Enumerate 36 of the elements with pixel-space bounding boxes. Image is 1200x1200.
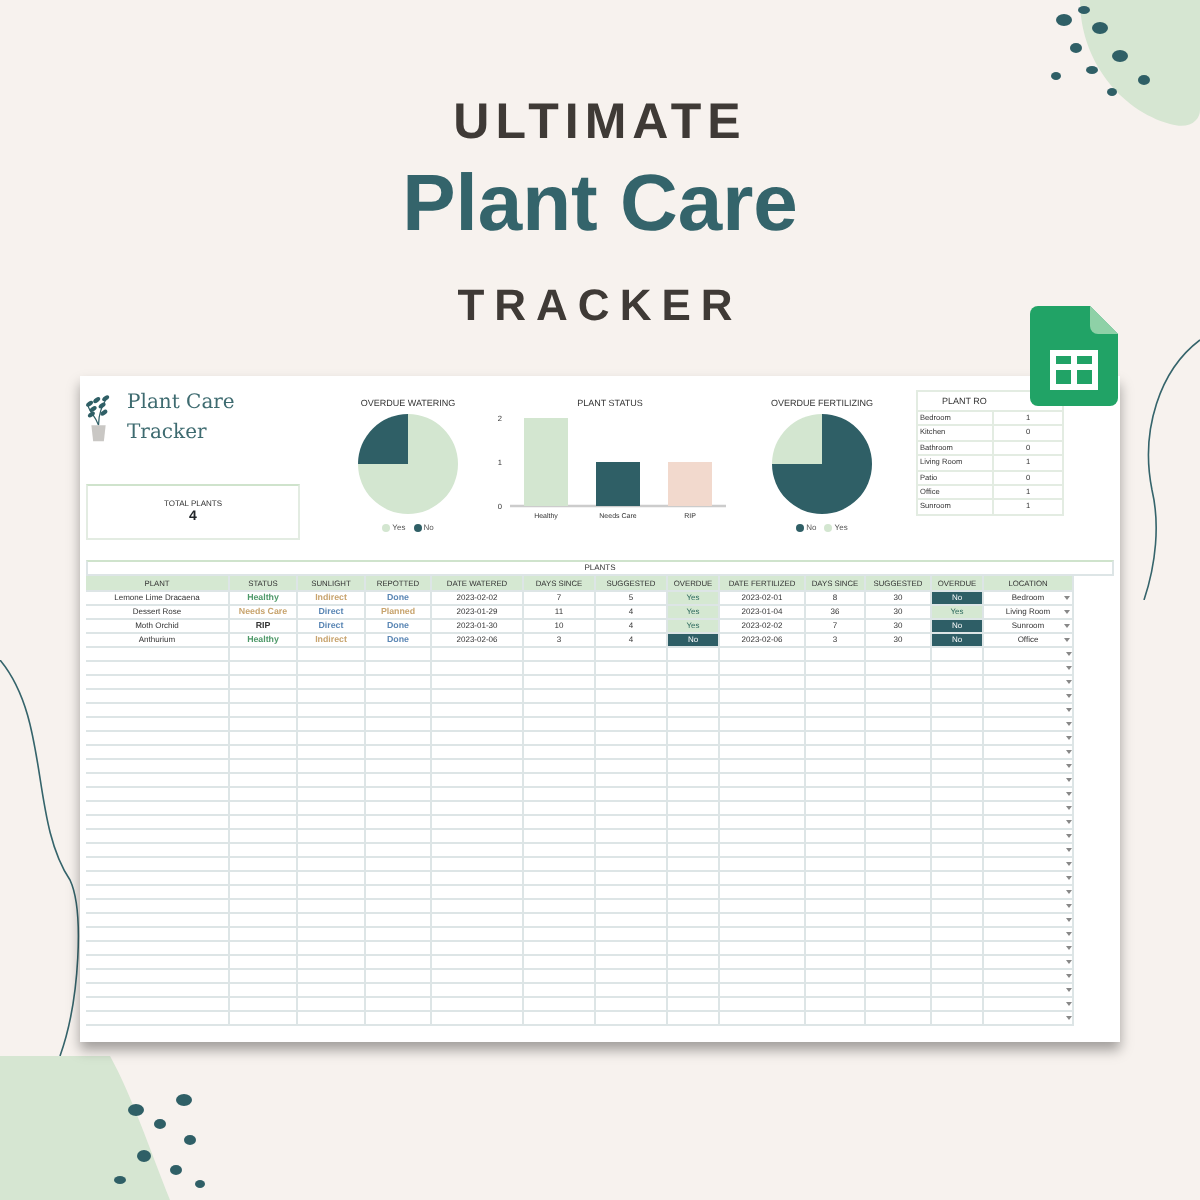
- dropdown-caret-icon: [1065, 806, 1071, 810]
- dropdown-caret-icon: [1065, 666, 1071, 670]
- dropdown-caret-icon: [1065, 722, 1071, 726]
- dropdown-caret-icon: [1065, 932, 1071, 936]
- dropdown-caret-icon: [1065, 904, 1071, 908]
- dropdown-caret-icon: [1065, 652, 1071, 656]
- dropdown-caret-icon: [1065, 918, 1071, 922]
- potted-plant-icon: [86, 390, 112, 446]
- dropdown-caret-icon: [1065, 974, 1071, 978]
- dropdown-caret-icon: [1063, 624, 1069, 628]
- dropdown-caret-icon: [1065, 960, 1071, 964]
- dropdown-caret-icon: [1065, 848, 1071, 852]
- dropdown-caret-icon: [1065, 876, 1071, 880]
- dropdown-caret-icon: [1065, 890, 1071, 894]
- dropdown-caret-icon: [1065, 764, 1071, 768]
- dropdown-caret-icon: [1065, 708, 1071, 712]
- dropdown-caret-icon: [1065, 946, 1071, 950]
- heading-title: Plant Care: [400, 160, 800, 248]
- dropdown-caret-icon: [1065, 834, 1071, 838]
- dropdown-caret-icon: [1065, 736, 1071, 740]
- dropdown-caret-icon: [1065, 680, 1071, 684]
- dropdown-caret-icon: [1063, 596, 1069, 600]
- dropdown-caret-icon: [1065, 694, 1071, 698]
- dropdown-caret-icon: [1065, 778, 1071, 782]
- dropdown-caret-icon: [1065, 862, 1071, 866]
- dropdown-caret-icon: [1065, 1016, 1071, 1020]
- dropdown-caret-icon: [1065, 792, 1071, 796]
- dropdown-caret-icon: [1063, 638, 1069, 642]
- dropdown-caret-icon: [1065, 820, 1071, 824]
- heading-text: ULTIMATE: [451, 92, 749, 152]
- dropdown-caret-icon: [1065, 1002, 1071, 1006]
- dropdown-caret-icon: [1065, 750, 1071, 754]
- heading-subtitle: TRACKER: [455, 278, 745, 334]
- dropdown-caret-icon: [1063, 610, 1069, 614]
- dropdown-caret-icon: [1065, 988, 1071, 992]
- sheet-title: Plant Care Tracker: [127, 390, 237, 448]
